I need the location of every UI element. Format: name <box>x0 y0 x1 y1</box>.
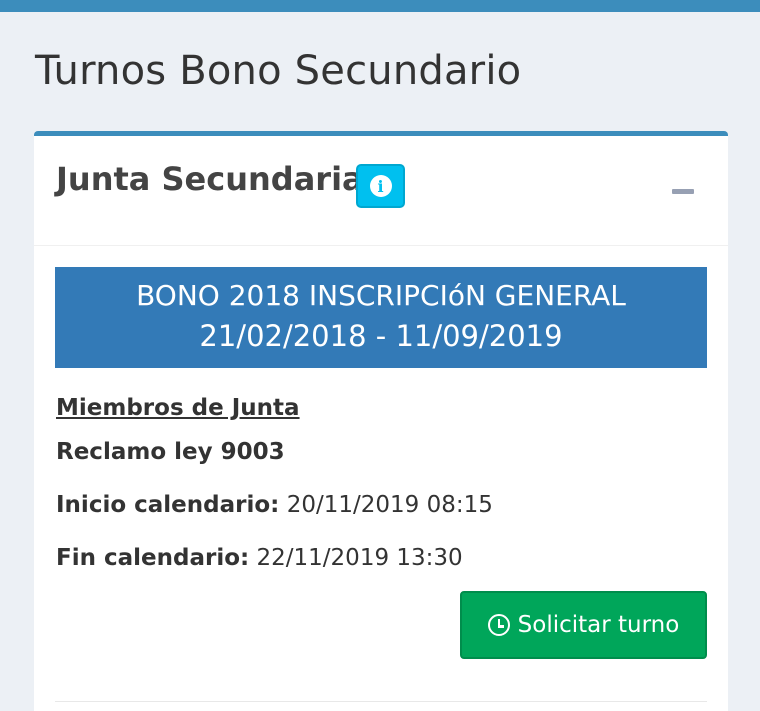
box-title: Junta Secundaria <box>56 160 364 198</box>
fin-row: Fin calendario: 22/11/2019 13:30 <box>56 545 463 571</box>
fin-label: Fin calendario: <box>56 545 250 571</box>
inicio-row: Inicio calendario: 20/11/2019 08:15 <box>56 492 493 518</box>
solicitar-turno-button[interactable]: Solicitar turno <box>460 591 707 659</box>
box-header: Junta Secundaria i <box>34 136 728 246</box>
bono-title: BONO 2018 INSCRIPCIóN GENERAL <box>136 279 626 312</box>
members-link[interactable]: Miembros de Junta <box>56 395 300 421</box>
solicitar-label: Solicitar turno <box>517 612 680 638</box>
bono-dates: 21/02/2018 - 11/09/2019 <box>199 319 563 353</box>
info-button[interactable]: i <box>356 164 405 208</box>
inicio-label: Inicio calendario: <box>56 492 280 518</box>
inicio-value: 20/11/2019 08:15 <box>286 492 493 518</box>
top-navbar-edge <box>0 0 760 12</box>
info-icon: i <box>369 175 392 197</box>
junta-box: Junta Secundaria i BONO 2018 INSCRIPCIóN… <box>34 131 728 711</box>
page-title: Turnos Bono Secundario <box>35 48 522 94</box>
bono-banner: BONO 2018 INSCRIPCIóN GENERAL 21/02/2018… <box>55 267 707 368</box>
clock-icon <box>487 614 510 636</box>
reclamo-label: Reclamo ley 9003 <box>56 439 285 465</box>
fin-value: 22/11/2019 13:30 <box>256 545 463 571</box>
divider <box>55 701 707 702</box>
collapse-button[interactable] <box>672 189 694 194</box>
